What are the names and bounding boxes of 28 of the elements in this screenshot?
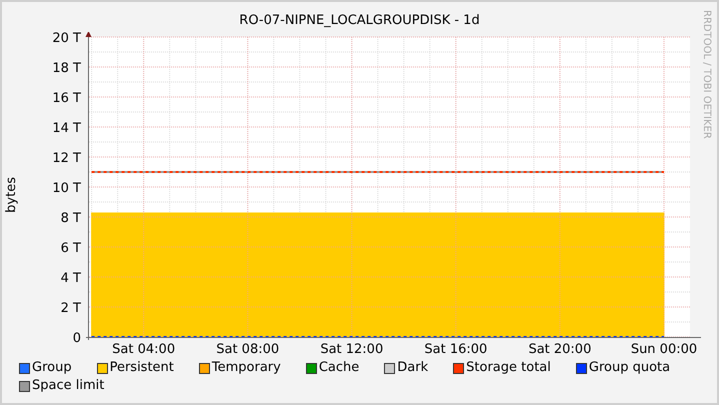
credit-text: RRDTOOL / TOBI OETIKER xyxy=(701,10,712,139)
y-tick-label: 4 T xyxy=(60,271,81,286)
y-tick-label: 12 T xyxy=(52,151,81,166)
y-tick-label: 16 T xyxy=(52,91,81,106)
legend-label: Dark xyxy=(397,360,428,376)
legend-label: Group xyxy=(32,360,72,376)
y-tick-label: 18 T xyxy=(52,61,81,76)
legend-label: Temporary xyxy=(212,360,281,376)
chart-title: RO-07-NIPNE_LOCALGROUPDISK - 1d xyxy=(239,12,480,30)
y-tick-label: 10 T xyxy=(52,181,81,196)
x-tick-label: Sat 16:00 xyxy=(424,342,488,357)
y-tick-label: 2 T xyxy=(60,301,81,316)
x-tick-label: Sat 04:00 xyxy=(112,342,176,357)
x-tick-label: Sat 20:00 xyxy=(528,342,592,357)
y-tick-label: 14 T xyxy=(52,121,81,136)
legend-label: Space limit xyxy=(32,378,104,394)
y-tick-label: 8 T xyxy=(60,211,81,226)
legend-label: Group quota xyxy=(588,360,670,376)
y-tick-label: 20 T xyxy=(52,32,81,46)
x-tick-label: Sat 08:00 xyxy=(216,342,280,357)
y-tick-label: 0 xyxy=(72,331,81,346)
x-tick-label: Sun 00:00 xyxy=(630,342,698,357)
y-tick-label: 6 T xyxy=(60,241,81,256)
axis-label: bytes xyxy=(4,176,18,212)
legend-label: Storage total xyxy=(466,360,551,376)
legend-label: Cache xyxy=(318,360,360,376)
legend-label: Persistent xyxy=(110,360,174,376)
x-tick-label: Sat 12:00 xyxy=(320,342,384,357)
